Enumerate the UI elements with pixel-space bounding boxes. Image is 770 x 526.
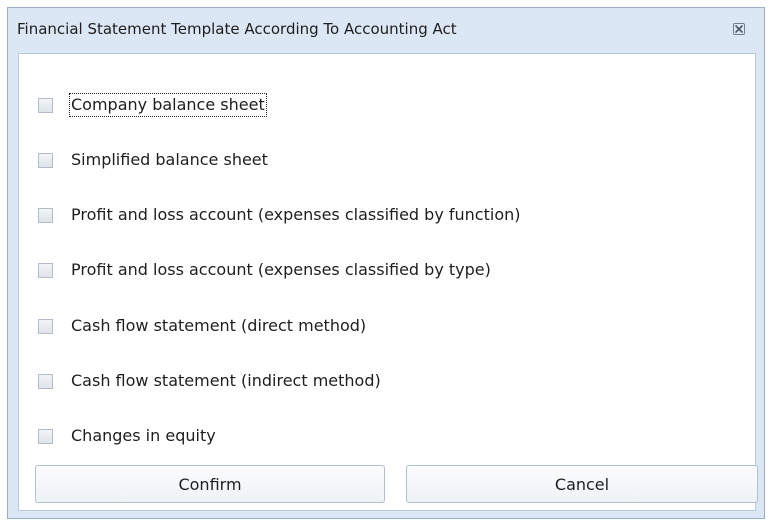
checkbox[interactable] — [38, 428, 53, 444]
option-company-balance-sheet[interactable]: Company balance sheet — [38, 92, 267, 118]
checkbox[interactable] — [38, 97, 53, 113]
option-cash-flow-indirect[interactable]: Cash flow statement (indirect method) — [38, 368, 382, 394]
option-changes-in-equity[interactable]: Changes in equity — [38, 423, 217, 449]
checkbox[interactable] — [38, 207, 53, 223]
confirm-button[interactable]: Confirm — [35, 465, 385, 503]
dialog-window: Financial Statement Template According T… — [7, 7, 765, 519]
close-button[interactable] — [728, 19, 750, 39]
cancel-button[interactable]: Cancel — [406, 465, 758, 503]
dialog-content: Company balance sheet Simplified balance… — [18, 53, 758, 511]
option-label: Cash flow statement (direct method) — [71, 316, 367, 335]
option-label: Cash flow statement (indirect method) — [71, 371, 381, 390]
option-label: Company balance sheet — [69, 93, 267, 117]
checkbox[interactable] — [38, 152, 53, 168]
checkbox[interactable] — [38, 318, 53, 334]
window-title: Financial Statement Template According T… — [17, 20, 457, 38]
option-pl-by-function[interactable]: Profit and loss account (expenses classi… — [38, 202, 521, 228]
option-label: Profit and loss account (expenses classi… — [71, 205, 521, 224]
title-bar: Financial Statement Template According T… — [8, 8, 764, 52]
option-pl-by-type[interactable]: Profit and loss account (expenses classi… — [38, 257, 492, 283]
checkbox[interactable] — [38, 262, 53, 278]
option-simplified-balance-sheet[interactable]: Simplified balance sheet — [38, 147, 269, 173]
option-label: Profit and loss account (expenses classi… — [71, 260, 491, 279]
option-label: Changes in equity — [71, 426, 216, 445]
option-label: Simplified balance sheet — [71, 150, 268, 169]
checkbox[interactable] — [38, 373, 53, 389]
option-cash-flow-direct[interactable]: Cash flow statement (direct method) — [38, 313, 367, 339]
close-icon — [733, 23, 745, 35]
